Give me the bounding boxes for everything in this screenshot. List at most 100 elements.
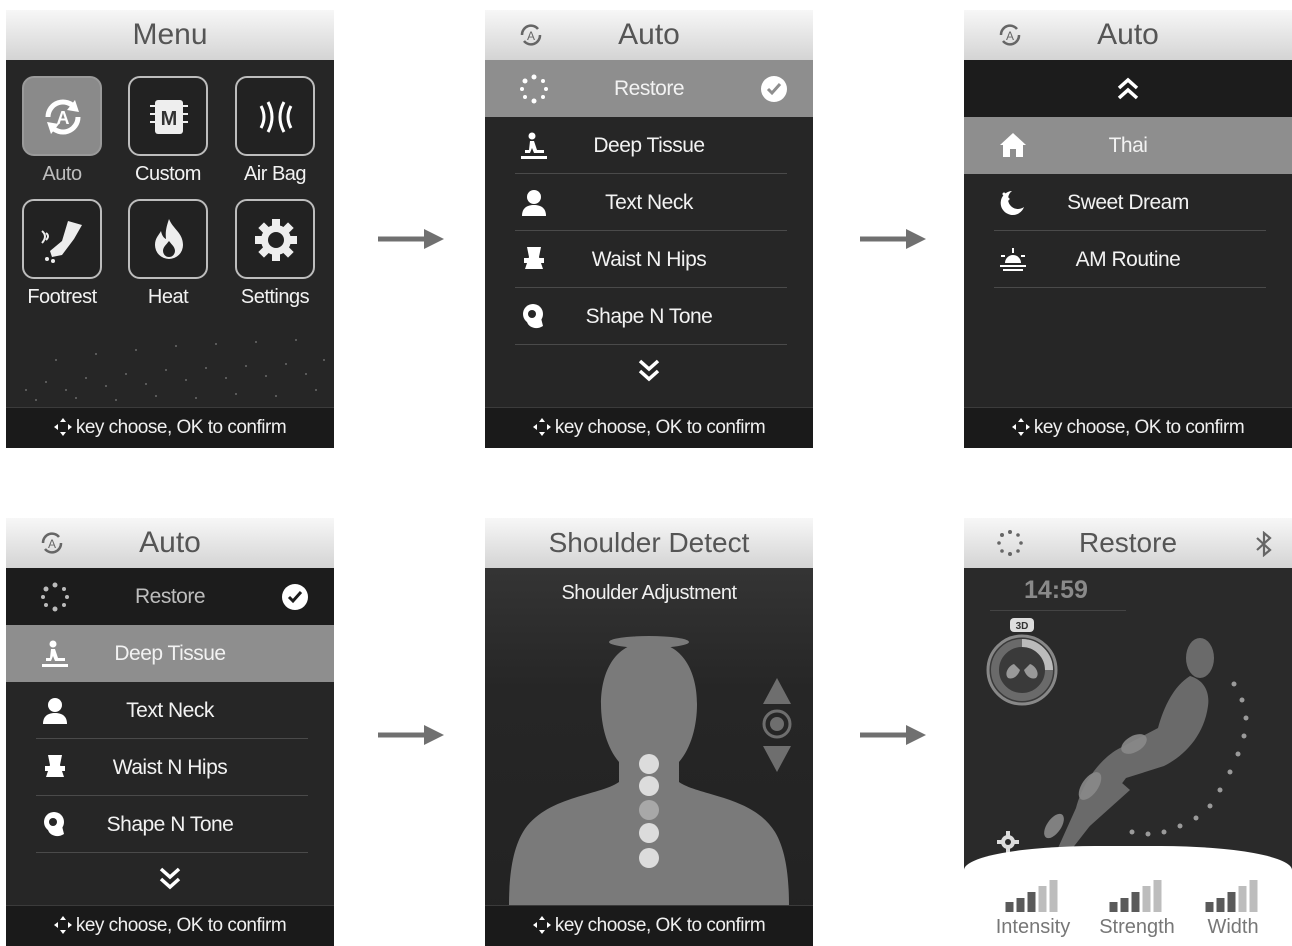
footer-hint: key choose, OK to confirm <box>485 407 813 448</box>
scroll-up-button[interactable] <box>964 60 1292 117</box>
program-item-sweet-dream[interactable]: Sweet Dream <box>964 174 1292 231</box>
check-icon <box>282 584 308 610</box>
menu-tile-heat[interactable] <box>128 199 208 279</box>
menu-label-auto: Auto <box>42 163 82 185</box>
restore-icon <box>997 530 1023 556</box>
program-item-thai[interactable]: Thai <box>964 117 1292 174</box>
level-bars <box>1005 880 1258 912</box>
auto-icon: A <box>999 24 1021 46</box>
level-bar <box>1027 892 1036 912</box>
svg-text:M: M <box>161 108 178 130</box>
level-bar <box>1249 880 1258 912</box>
dpad-icon <box>532 418 551 436</box>
shape-tone-icon <box>44 812 64 837</box>
level-bar <box>1238 886 1247 912</box>
dpad-icon <box>532 916 551 934</box>
auto-screen-2: A Auto Thai Sweet Dream AM Routine key c… <box>964 10 1292 448</box>
level-bar <box>1205 902 1214 912</box>
am-routine-icon <box>1000 248 1026 271</box>
menu-label-settings: Settings <box>240 286 310 308</box>
massage-chair-figure <box>1044 638 1249 854</box>
shoulder-detect-screen: Shoulder Detect Shoulder Adjustment key … <box>485 518 813 946</box>
svg-text:A: A <box>48 537 56 551</box>
program-item-waist-hips[interactable]: Waist N Hips <box>6 739 334 796</box>
svg-text:A: A <box>57 108 70 128</box>
width-label[interactable]: Width <box>1178 916 1288 939</box>
program-item-restore[interactable]: Restore <box>485 60 813 117</box>
auto-header: A Auto <box>485 10 813 60</box>
program-item-text-neck[interactable]: Text Neck <box>485 174 813 231</box>
menu-label-heat: Heat <box>147 286 189 308</box>
chevron-double-up-icon <box>1117 77 1139 100</box>
flow-arrow <box>378 725 444 745</box>
shoulder-header: Shoulder Detect <box>485 518 813 568</box>
auto-icon: A <box>41 532 63 554</box>
intensity-label[interactable]: Intensity <box>978 916 1088 939</box>
strength-label[interactable]: Strength <box>1082 916 1192 939</box>
flow-arrow <box>860 725 926 745</box>
sweet-dream-icon <box>1000 191 1024 215</box>
level-bar <box>1131 892 1140 912</box>
program-item-shape-tone[interactable]: Shape N Tone <box>6 796 334 853</box>
deep-tissue-icon <box>42 640 68 667</box>
program-item-am-routine[interactable]: AM Routine <box>964 231 1292 288</box>
auto-icon: A <box>520 24 542 46</box>
timer-divider <box>990 610 1126 611</box>
auto-header: A Auto <box>6 518 334 568</box>
level-bar <box>1227 892 1236 912</box>
flow-arrow <box>378 229 444 249</box>
shoulder-subtitle: Shoulder Adjustment <box>561 582 737 604</box>
program-item-text-neck[interactable]: Text Neck <box>6 682 334 739</box>
level-bar <box>1038 886 1047 912</box>
level-bar <box>1016 898 1025 912</box>
waist-hips-icon <box>524 247 544 269</box>
menu-screen: Menu A M Auto Custom Air Bag Footrest He… <box>6 10 334 448</box>
footer-hint: key choose, OK to confirm <box>6 905 334 946</box>
settings-icon <box>255 219 297 261</box>
svg-text:A: A <box>1006 29 1014 43</box>
auto-screen-1: A Auto Restore Deep Tissue Text Neck Wai… <box>485 10 813 448</box>
spine-points <box>639 754 659 868</box>
chevron-double-down-icon <box>159 867 181 890</box>
menu-tile-airbag[interactable] <box>235 76 315 156</box>
program-item-deep-tissue[interactable]: Deep Tissue <box>485 117 813 174</box>
restore-running-screen: Restore 14:59 3D Intensity Strength Widt… <box>964 518 1292 946</box>
menu-tile-settings[interactable] <box>235 199 315 279</box>
flow-arrow <box>860 229 926 249</box>
auto-header: A Auto <box>964 10 1292 60</box>
dpad-icon <box>1011 418 1030 436</box>
footer-hint: key choose, OK to confirm <box>485 905 813 946</box>
shape-tone-icon <box>523 304 543 329</box>
waist-hips-icon <box>45 755 65 777</box>
scroll-down-button[interactable] <box>485 345 813 402</box>
menu-title: Menu <box>132 18 208 51</box>
up-arrow-icon <box>763 678 791 704</box>
chevron-double-down-icon <box>638 359 660 382</box>
program-item-shape-tone[interactable]: Shape N Tone <box>485 288 813 345</box>
text-neck-icon <box>43 698 67 724</box>
menu-label-custom: Custom <box>135 163 201 185</box>
level-bar <box>1142 886 1151 912</box>
restore-header: Restore <box>964 518 1292 568</box>
menu-tile-footrest[interactable] <box>22 199 102 279</box>
dpad-icon <box>53 916 72 934</box>
heat-icon <box>155 219 183 259</box>
dot-wave-decoration <box>25 339 325 401</box>
footrest-icon <box>41 221 82 263</box>
scroll-down-button[interactable] <box>6 853 334 910</box>
menu-tile-custom[interactable]: M <box>128 76 208 156</box>
session-timer: 14:59 <box>1024 576 1088 604</box>
bluetooth-icon <box>1256 531 1272 557</box>
menu-tile-auto[interactable]: A <box>22 76 102 156</box>
restore-icon <box>520 74 548 104</box>
program-item-deep-tissue[interactable]: Deep Tissue <box>6 625 334 682</box>
height-adjust-control[interactable] <box>760 676 794 776</box>
deep-tissue-icon <box>521 132 547 159</box>
menu-label-airbag: Air Bag <box>243 163 307 185</box>
program-item-waist-hips[interactable]: Waist N Hips <box>485 231 813 288</box>
level-bar <box>1120 898 1129 912</box>
down-arrow-icon <box>763 746 791 772</box>
level-bar <box>1153 880 1162 912</box>
custom-icon: M <box>150 100 188 134</box>
program-item-restore[interactable]: Restore <box>6 568 334 625</box>
